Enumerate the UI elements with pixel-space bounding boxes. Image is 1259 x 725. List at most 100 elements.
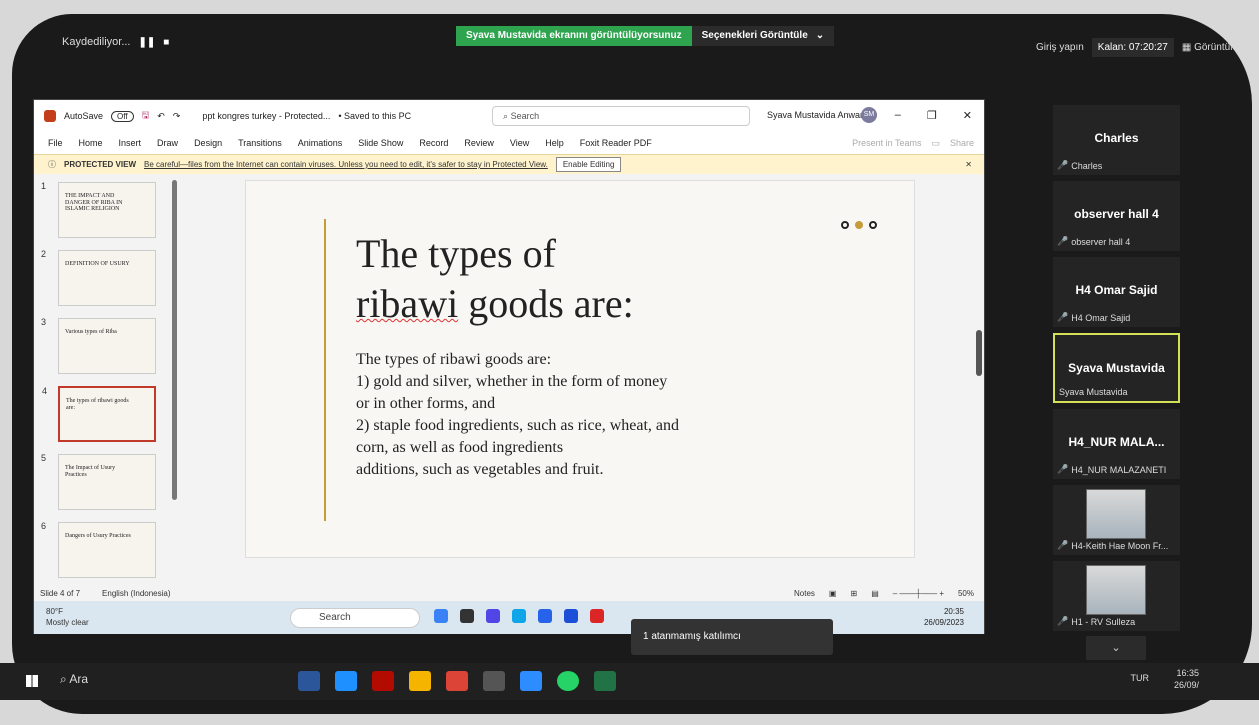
- redo-icon[interactable]: ↷: [173, 111, 181, 122]
- app-icon[interactable]: [434, 609, 448, 623]
- thumbnail-scrollbar[interactable]: [172, 180, 177, 500]
- thumbnail-number: 1: [41, 181, 47, 191]
- ribbon-tab[interactable]: Draw: [157, 138, 178, 148]
- pause-icon[interactable]: ❚❚: [138, 37, 155, 48]
- restore-icon[interactable]: ❐: [927, 109, 937, 122]
- close-icon[interactable]: ✕: [965, 160, 972, 169]
- recording-label: Kaydediliyor...: [62, 36, 131, 48]
- word-icon[interactable]: [298, 671, 320, 691]
- undo-icon[interactable]: ↶: [157, 111, 165, 122]
- view-label: Görüntüle: [1194, 42, 1238, 53]
- weather-text: Mostly clear: [46, 618, 89, 627]
- participant-name: Syava Mustavida: [1068, 361, 1165, 375]
- zoom-top-right: Giriş yapın Kalan: 07:20:27 ▦ Görüntüle: [1036, 38, 1238, 57]
- enable-editing-button[interactable]: Enable Editing: [555, 157, 622, 172]
- taskbar-search[interactable]: Search: [290, 608, 420, 628]
- reading-view-icon[interactable]: ▤: [871, 589, 879, 598]
- language-indicator[interactable]: TUR: [1131, 673, 1150, 683]
- present-in-teams-button[interactable]: Present in Teams: [852, 138, 921, 149]
- ribbon-tab[interactable]: Transitions: [238, 138, 282, 148]
- participant-video: [1086, 489, 1146, 539]
- slide-thumbnail[interactable]: 2 DEFINITION OF USURY: [41, 249, 156, 306]
- autosave-toggle[interactable]: Off: [111, 110, 134, 122]
- view-options-button[interactable]: Seçenekleri Görüntüle ⌄: [691, 26, 835, 46]
- participant-tile[interactable]: H4 Omar Sajid 🎤 H4 Omar Sajid: [1053, 257, 1180, 327]
- ribbon-tab[interactable]: Foxit Reader PDF: [580, 138, 652, 148]
- slide-thumbnail[interactable]: 1 THE IMPACT AND DANGER OF RIBA IN ISLAMI…: [41, 181, 156, 238]
- protected-view-message[interactable]: Be careful—files from the Internet can c…: [144, 160, 548, 169]
- weather-widget[interactable]: 80°F Mostly clear: [46, 606, 89, 628]
- ribbon-tab[interactable]: Animations: [298, 138, 343, 148]
- zoom-slider[interactable]: – ——┼—— +: [893, 589, 944, 598]
- screen: Kaydediliyor... ❚❚ ■ Syava Mustavida ekran…: [0, 0, 1259, 725]
- view-button[interactable]: ▦ Görüntüle: [1182, 42, 1238, 53]
- participant-label-text: H4_NUR MALAZANETI: [1071, 464, 1167, 475]
- dot-icon: [869, 221, 877, 229]
- ribbon-tab[interactable]: Help: [545, 138, 564, 148]
- ribbon-tab[interactable]: View: [510, 138, 529, 148]
- chevron-down-icon: ⌄: [815, 30, 825, 41]
- minimize-icon[interactable]: –: [895, 109, 901, 122]
- stop-icon[interactable]: ■: [163, 37, 169, 48]
- language[interactable]: English (Indonesia): [102, 589, 170, 598]
- participant-tile[interactable]: 🎤 H1 - RV Sulleza: [1053, 561, 1180, 631]
- normal-view-icon[interactable]: ▣: [829, 589, 837, 598]
- share-button[interactable]: Share: [950, 138, 974, 149]
- folder-icon[interactable]: [409, 671, 431, 691]
- zoom-icon[interactable]: [520, 671, 542, 691]
- participant-tile[interactable]: Charles 🎤 Charles: [1053, 105, 1180, 175]
- ribbon-tab[interactable]: File: [48, 138, 63, 148]
- remote-time: 20:35: [943, 607, 964, 616]
- thumbnail-title: Various types of Riba: [65, 329, 117, 335]
- temperature: 80°F: [46, 607, 63, 616]
- windows-search[interactable]: ⌕ Ara: [60, 672, 88, 687]
- login-link[interactable]: Giriş yapın: [1036, 42, 1084, 53]
- protected-view-bar: ⓘ PROTECTED VIEW Be careful—files from t…: [34, 154, 984, 174]
- search-input[interactable]: ⌕ Search: [492, 106, 750, 126]
- app-icon[interactable]: [564, 609, 578, 623]
- avatar[interactable]: SM: [861, 107, 877, 123]
- participant-tile[interactable]: observer hall 4 🎤 observer hall 4: [1053, 181, 1180, 251]
- share-banner-text: Syava Mustavida ekranını görüntülüyorsun…: [456, 26, 692, 46]
- app-icon[interactable]: [590, 609, 604, 623]
- app-icon[interactable]: [538, 609, 552, 623]
- slide-thumbnail[interactable]: 3 Various types of Riba: [41, 317, 156, 374]
- windows-start-icon[interactable]: [26, 675, 38, 687]
- slide-thumbnail[interactable]: 6 Dangers of Usury Practices: [41, 521, 156, 578]
- slide-thumbnail[interactable]: 4 The types of ribawi goods are:: [42, 386, 156, 442]
- ribbon-tab[interactable]: Review: [464, 138, 494, 148]
- slide-title-line1: The types of: [356, 231, 556, 276]
- slide-thumbnail[interactable]: 5 The Impact of Usury Practices: [41, 453, 156, 510]
- participant-label: 🎤 Charles: [1057, 160, 1102, 171]
- participant-label: 🎤 H4 Omar Sajid: [1057, 312, 1130, 323]
- slide-sorter-icon[interactable]: ⊞: [850, 589, 857, 598]
- save-icon[interactable]: 🖫: [142, 108, 150, 124]
- edge-icon[interactable]: [512, 609, 526, 623]
- slide-scrollbar[interactable]: [976, 330, 982, 376]
- participant-tile[interactable]: 🎤 H4-Keith Hae Moon Fr...: [1053, 485, 1180, 555]
- dot-icon: [855, 221, 863, 229]
- app-icon[interactable]: [335, 671, 357, 691]
- thumbnail-title: DEFINITION OF USURY: [65, 261, 130, 267]
- app-icon[interactable]: [486, 609, 500, 623]
- close-icon[interactable]: ✕: [963, 109, 972, 122]
- ribbon-tab[interactable]: Record: [419, 138, 448, 148]
- participant-tooltip: 1 atanmamış katılımcı: [631, 619, 833, 655]
- pdf-icon[interactable]: [372, 671, 394, 691]
- slide-counter: Slide 4 of 7: [40, 588, 81, 598]
- whatsapp-icon[interactable]: [557, 671, 579, 691]
- slide-title-ribawi: ribawi: [356, 281, 459, 326]
- chrome-icon[interactable]: [446, 671, 468, 691]
- participant-tile[interactable]: H4_NUR MALA... 🎤 H4_NUR MALAZANETI: [1053, 409, 1180, 479]
- notes-button[interactable]: Notes: [794, 589, 815, 598]
- participant-tile[interactable]: Syava Mustavida Syava Mustavida: [1053, 333, 1180, 403]
- calculator-icon[interactable]: [483, 671, 505, 691]
- excel-icon[interactable]: [594, 671, 616, 691]
- comment-icon[interactable]: ▭: [931, 138, 940, 149]
- app-icon[interactable]: [460, 609, 474, 623]
- ribbon-tab[interactable]: Design: [194, 138, 222, 148]
- ribbon-tab[interactable]: Home: [79, 138, 103, 148]
- ribbon-tab[interactable]: Slide Show: [358, 138, 403, 148]
- chevron-down-icon[interactable]: ⌄: [1086, 636, 1146, 660]
- ribbon-tab[interactable]: Insert: [119, 138, 142, 148]
